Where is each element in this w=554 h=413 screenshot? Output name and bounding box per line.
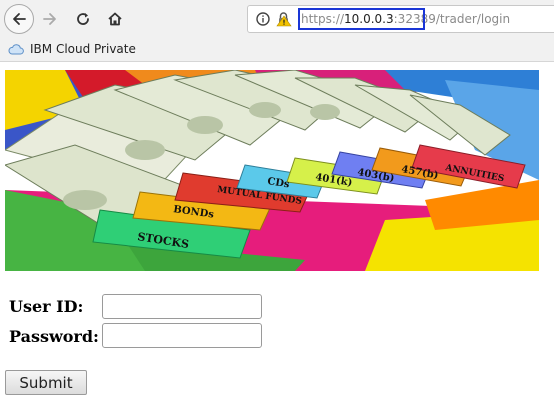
reload-button[interactable] — [68, 4, 98, 34]
bookmark-label: IBM Cloud Private — [30, 42, 136, 56]
forward-arrow-icon — [43, 13, 56, 25]
cloud-icon — [8, 44, 24, 55]
bookmark-ibm-cloud-private[interactable]: IBM Cloud Private — [8, 41, 136, 57]
password-input[interactable] — [102, 323, 262, 348]
submit-button[interactable]: Submit — [5, 370, 87, 395]
back-arrow-icon — [13, 13, 26, 25]
reload-icon — [77, 13, 89, 25]
back-button[interactable] — [4, 4, 34, 34]
insecure-lock-icon[interactable] — [276, 11, 292, 31]
userid-input[interactable] — [102, 294, 262, 319]
money-folders-banner-image: STOCKS BONDs MUTUAL FUNDS CDs 401(k) 403… — [5, 70, 539, 271]
bookmarks-bar: IBM Cloud Private — [0, 38, 554, 62]
forward-button[interactable] — [35, 4, 65, 34]
home-icon — [108, 12, 122, 26]
home-button[interactable] — [100, 4, 130, 34]
page-content: STOCKS BONDs MUTUAL FUNDS CDs 401(k) 403… — [0, 63, 554, 413]
url-highlight-box — [298, 8, 425, 30]
userid-label: User ID: — [9, 297, 84, 316]
url-path: /trader/login — [435, 12, 511, 26]
password-label: Password: — [9, 327, 99, 346]
address-bar[interactable]: https://10.0.0.3:32389/trader/login — [247, 5, 554, 33]
info-icon[interactable] — [256, 11, 270, 30]
browser-toolbar: https://10.0.0.3:32389/trader/login — [0, 0, 554, 38]
